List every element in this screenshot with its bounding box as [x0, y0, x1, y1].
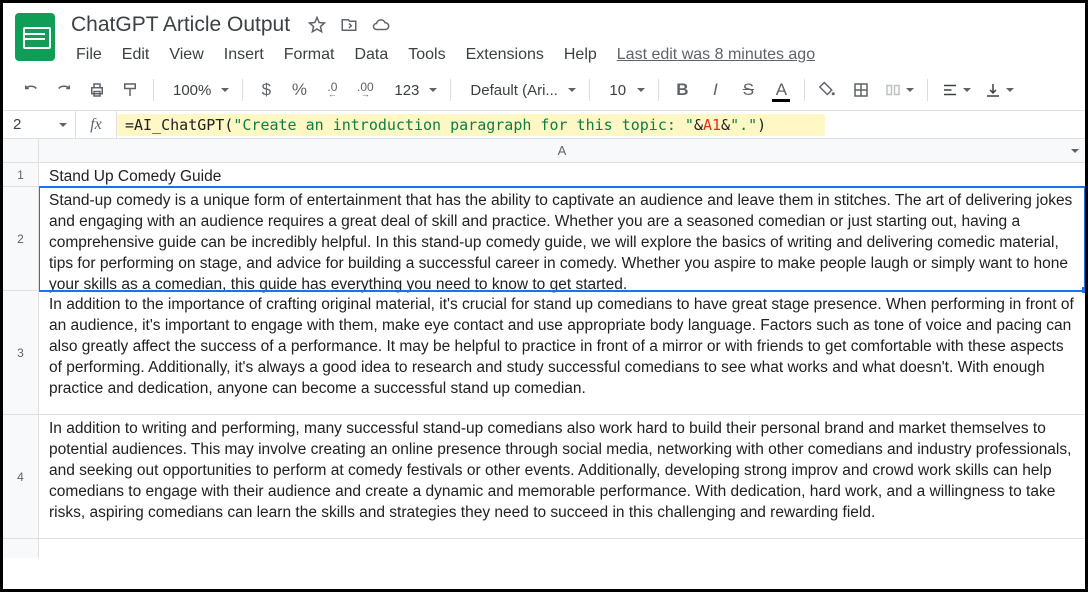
row-header[interactable]: 2 — [3, 187, 38, 291]
header: ChatGPT Article Output File Edit View In… — [3, 3, 1085, 68]
increase-decimal-button[interactable]: .00→ — [351, 76, 379, 104]
separator — [658, 79, 659, 101]
toolbar: 100% $ % .0← .00→ 123 Default (Ari... 10… — [3, 68, 1085, 111]
row-header[interactable]: 3 — [3, 291, 38, 415]
menu-extensions[interactable]: Extensions — [457, 42, 553, 68]
document-title[interactable]: ChatGPT Article Output — [67, 11, 294, 39]
row-header[interactable]: 1 — [3, 163, 38, 187]
decrease-decimal-button[interactable]: .0← — [318, 76, 346, 104]
horizontal-align-button[interactable] — [937, 76, 975, 104]
formula-input[interactable]: =AI_ChatGPT("Create an introduction para… — [117, 114, 825, 136]
currency-button[interactable]: $ — [252, 76, 280, 104]
text-color-button[interactable]: A — [767, 76, 795, 104]
separator — [450, 79, 451, 101]
formula-bar: 2 fx =AI_ChatGPT("Create an introduction… — [3, 111, 1085, 139]
move-icon[interactable] — [340, 16, 358, 34]
italic-button[interactable]: I — [701, 76, 729, 104]
separator — [589, 79, 590, 101]
last-edit-link[interactable]: Last edit was 8 minutes ago — [608, 42, 824, 68]
row-header[interactable]: 4 — [3, 415, 38, 539]
chevron-down-icon — [963, 88, 971, 92]
cell[interactable]: In addition to writing and performing, m… — [39, 415, 1085, 539]
spreadsheet-grid: 1 2 3 4 A Stand Up Comedy Guide Stand-up… — [3, 139, 1085, 558]
font-dropdown[interactable]: Default (Ari... — [460, 76, 580, 104]
name-box[interactable]: 2 — [3, 116, 75, 133]
separator — [153, 79, 154, 101]
menu-tools[interactable]: Tools — [399, 42, 454, 68]
number-format-dropdown[interactable]: 123 — [384, 76, 441, 104]
fill-color-button[interactable] — [814, 76, 842, 104]
select-all-corner[interactable] — [3, 139, 38, 163]
undo-button[interactable] — [17, 76, 45, 104]
sheets-logo-icon — [15, 13, 55, 61]
vertical-align-button[interactable] — [980, 76, 1018, 104]
cloud-icon[interactable] — [372, 16, 390, 34]
borders-button[interactable] — [847, 76, 875, 104]
menubar: File Edit View Insert Format Data Tools … — [67, 42, 1073, 68]
chevron-down-icon — [906, 88, 914, 92]
paint-format-button[interactable] — [116, 76, 144, 104]
cell-selected[interactable]: Stand-up comedy is a unique form of ente… — [39, 187, 1085, 291]
chevron-down-icon — [637, 88, 645, 92]
menu-insert[interactable]: Insert — [215, 42, 273, 68]
menu-edit[interactable]: Edit — [113, 42, 159, 68]
column-header[interactable]: A — [39, 139, 1085, 163]
cell[interactable]: In addition to the importance of craftin… — [39, 291, 1085, 415]
chevron-down-icon — [1071, 149, 1079, 153]
separator — [804, 79, 805, 101]
merge-cells-button[interactable] — [880, 76, 918, 104]
fx-icon: fx — [76, 116, 116, 134]
strikethrough-button[interactable]: S — [734, 76, 762, 104]
bold-button[interactable]: B — [668, 76, 696, 104]
print-button[interactable] — [83, 76, 111, 104]
star-icon[interactable] — [308, 16, 326, 34]
separator — [927, 79, 928, 101]
menu-format[interactable]: Format — [275, 42, 344, 68]
zoom-dropdown[interactable]: 100% — [163, 76, 233, 104]
chevron-down-icon — [1006, 88, 1014, 92]
menu-view[interactable]: View — [160, 42, 212, 68]
cell[interactable]: Stand Up Comedy Guide — [39, 163, 1085, 187]
menu-data[interactable]: Data — [345, 42, 397, 68]
chevron-down-icon — [221, 88, 229, 92]
font-size-dropdown[interactable]: 10 — [599, 76, 649, 104]
chevron-down-icon — [568, 88, 576, 92]
percent-button[interactable]: % — [285, 76, 313, 104]
chevron-down-icon — [429, 88, 437, 92]
chevron-down-icon — [59, 123, 67, 127]
separator — [242, 79, 243, 101]
menu-file[interactable]: File — [67, 42, 111, 68]
redo-button[interactable] — [50, 76, 78, 104]
menu-help[interactable]: Help — [555, 42, 606, 68]
